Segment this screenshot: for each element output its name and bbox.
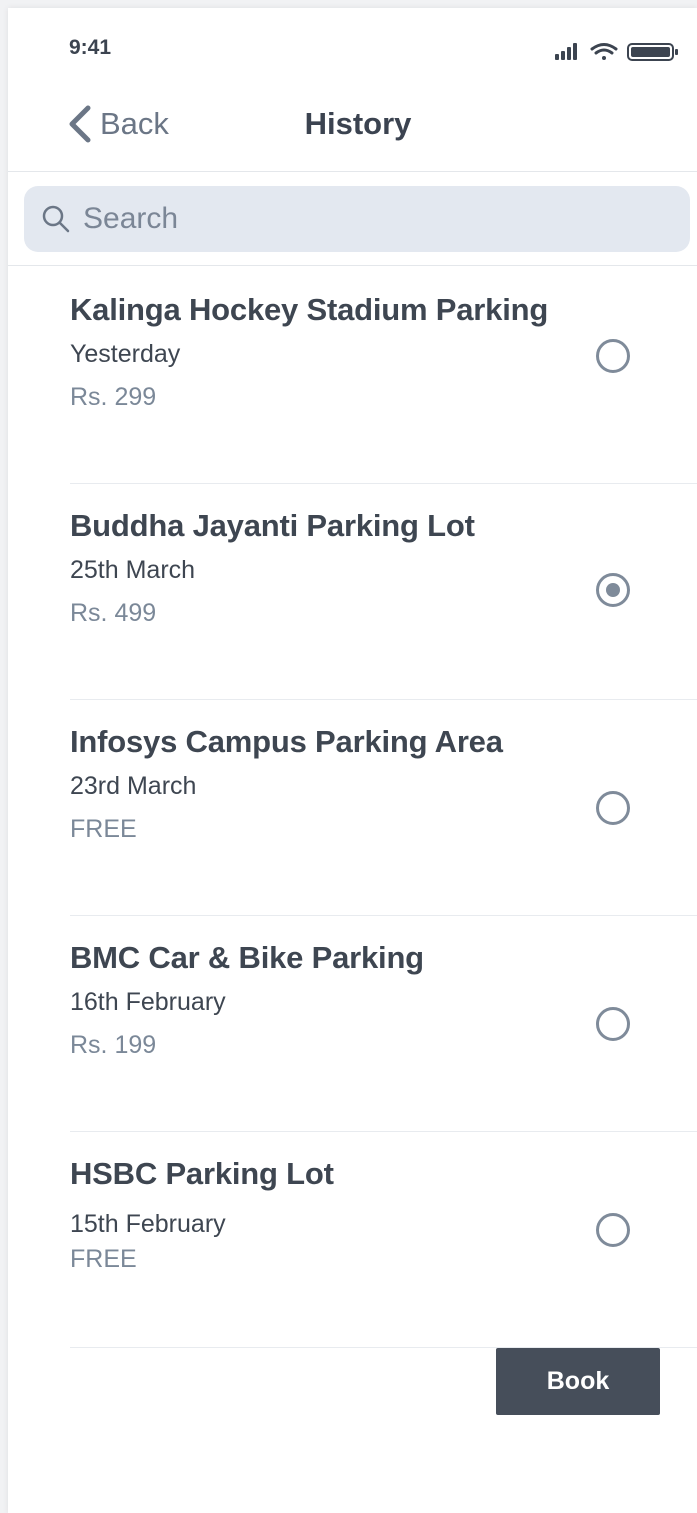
search-icon [42, 205, 70, 233]
list-item[interactable]: BMC Car & Bike Parking 16th February Rs.… [70, 940, 697, 1156]
search-input[interactable] [81, 201, 645, 237]
radio-button[interactable] [596, 339, 630, 373]
item-price: Rs. 499 [70, 599, 157, 627]
list-item[interactable]: Buddha Jayanti Parking Lot 25th March Rs… [70, 508, 697, 724]
item-divider [70, 1131, 697, 1132]
wifi-icon [590, 43, 618, 60]
item-date: 25th March [70, 556, 196, 584]
status-icons [554, 42, 684, 62]
item-name: HSBC Parking Lot [70, 1156, 334, 1191]
search-bar[interactable] [24, 186, 690, 252]
item-date: 15th February [70, 1210, 226, 1238]
item-divider [70, 699, 697, 700]
radio-button-selected[interactable] [596, 573, 630, 607]
list-item[interactable]: Kalinga Hockey Stadium Parking Yesterday… [70, 292, 697, 508]
phone-screen: 9:41 Back History Search Kalinga Hockey … [8, 8, 697, 1513]
item-date: 23rd March [70, 772, 197, 800]
item-price: FREE [70, 1245, 137, 1273]
item-date: Yesterday [70, 340, 181, 368]
item-name: Buddha Jayanti Parking Lot [70, 508, 475, 543]
item-price: FREE [70, 815, 137, 843]
item-name: BMC Car & Bike Parking [70, 940, 424, 975]
radio-button[interactable] [596, 791, 630, 825]
radio-button[interactable] [596, 1007, 630, 1041]
signal-wifi-battery-icons [555, 43, 678, 61]
list-item[interactable]: HSBC Parking Lot 15th February FREE [70, 1156, 697, 1372]
item-price: Rs. 299 [70, 383, 157, 411]
book-button[interactable]: Book [496, 1348, 660, 1415]
item-price: Rs. 199 [70, 1031, 157, 1059]
item-date: 16th February [70, 988, 226, 1016]
status-time: 9:41 [69, 36, 112, 59]
item-name: Kalinga Hockey Stadium Parking [70, 292, 549, 327]
item-divider [70, 915, 697, 916]
radio-button[interactable] [596, 1213, 630, 1247]
signal-icon [555, 43, 577, 60]
list-item[interactable]: Infosys Campus Parking Area 23rd March F… [70, 724, 697, 940]
page-title: History [304, 106, 412, 141]
item-name: Infosys Campus Parking Area [70, 724, 503, 759]
search-divider [8, 265, 697, 266]
item-divider [70, 483, 697, 484]
battery-icon [627, 43, 678, 61]
header-divider [8, 171, 697, 172]
